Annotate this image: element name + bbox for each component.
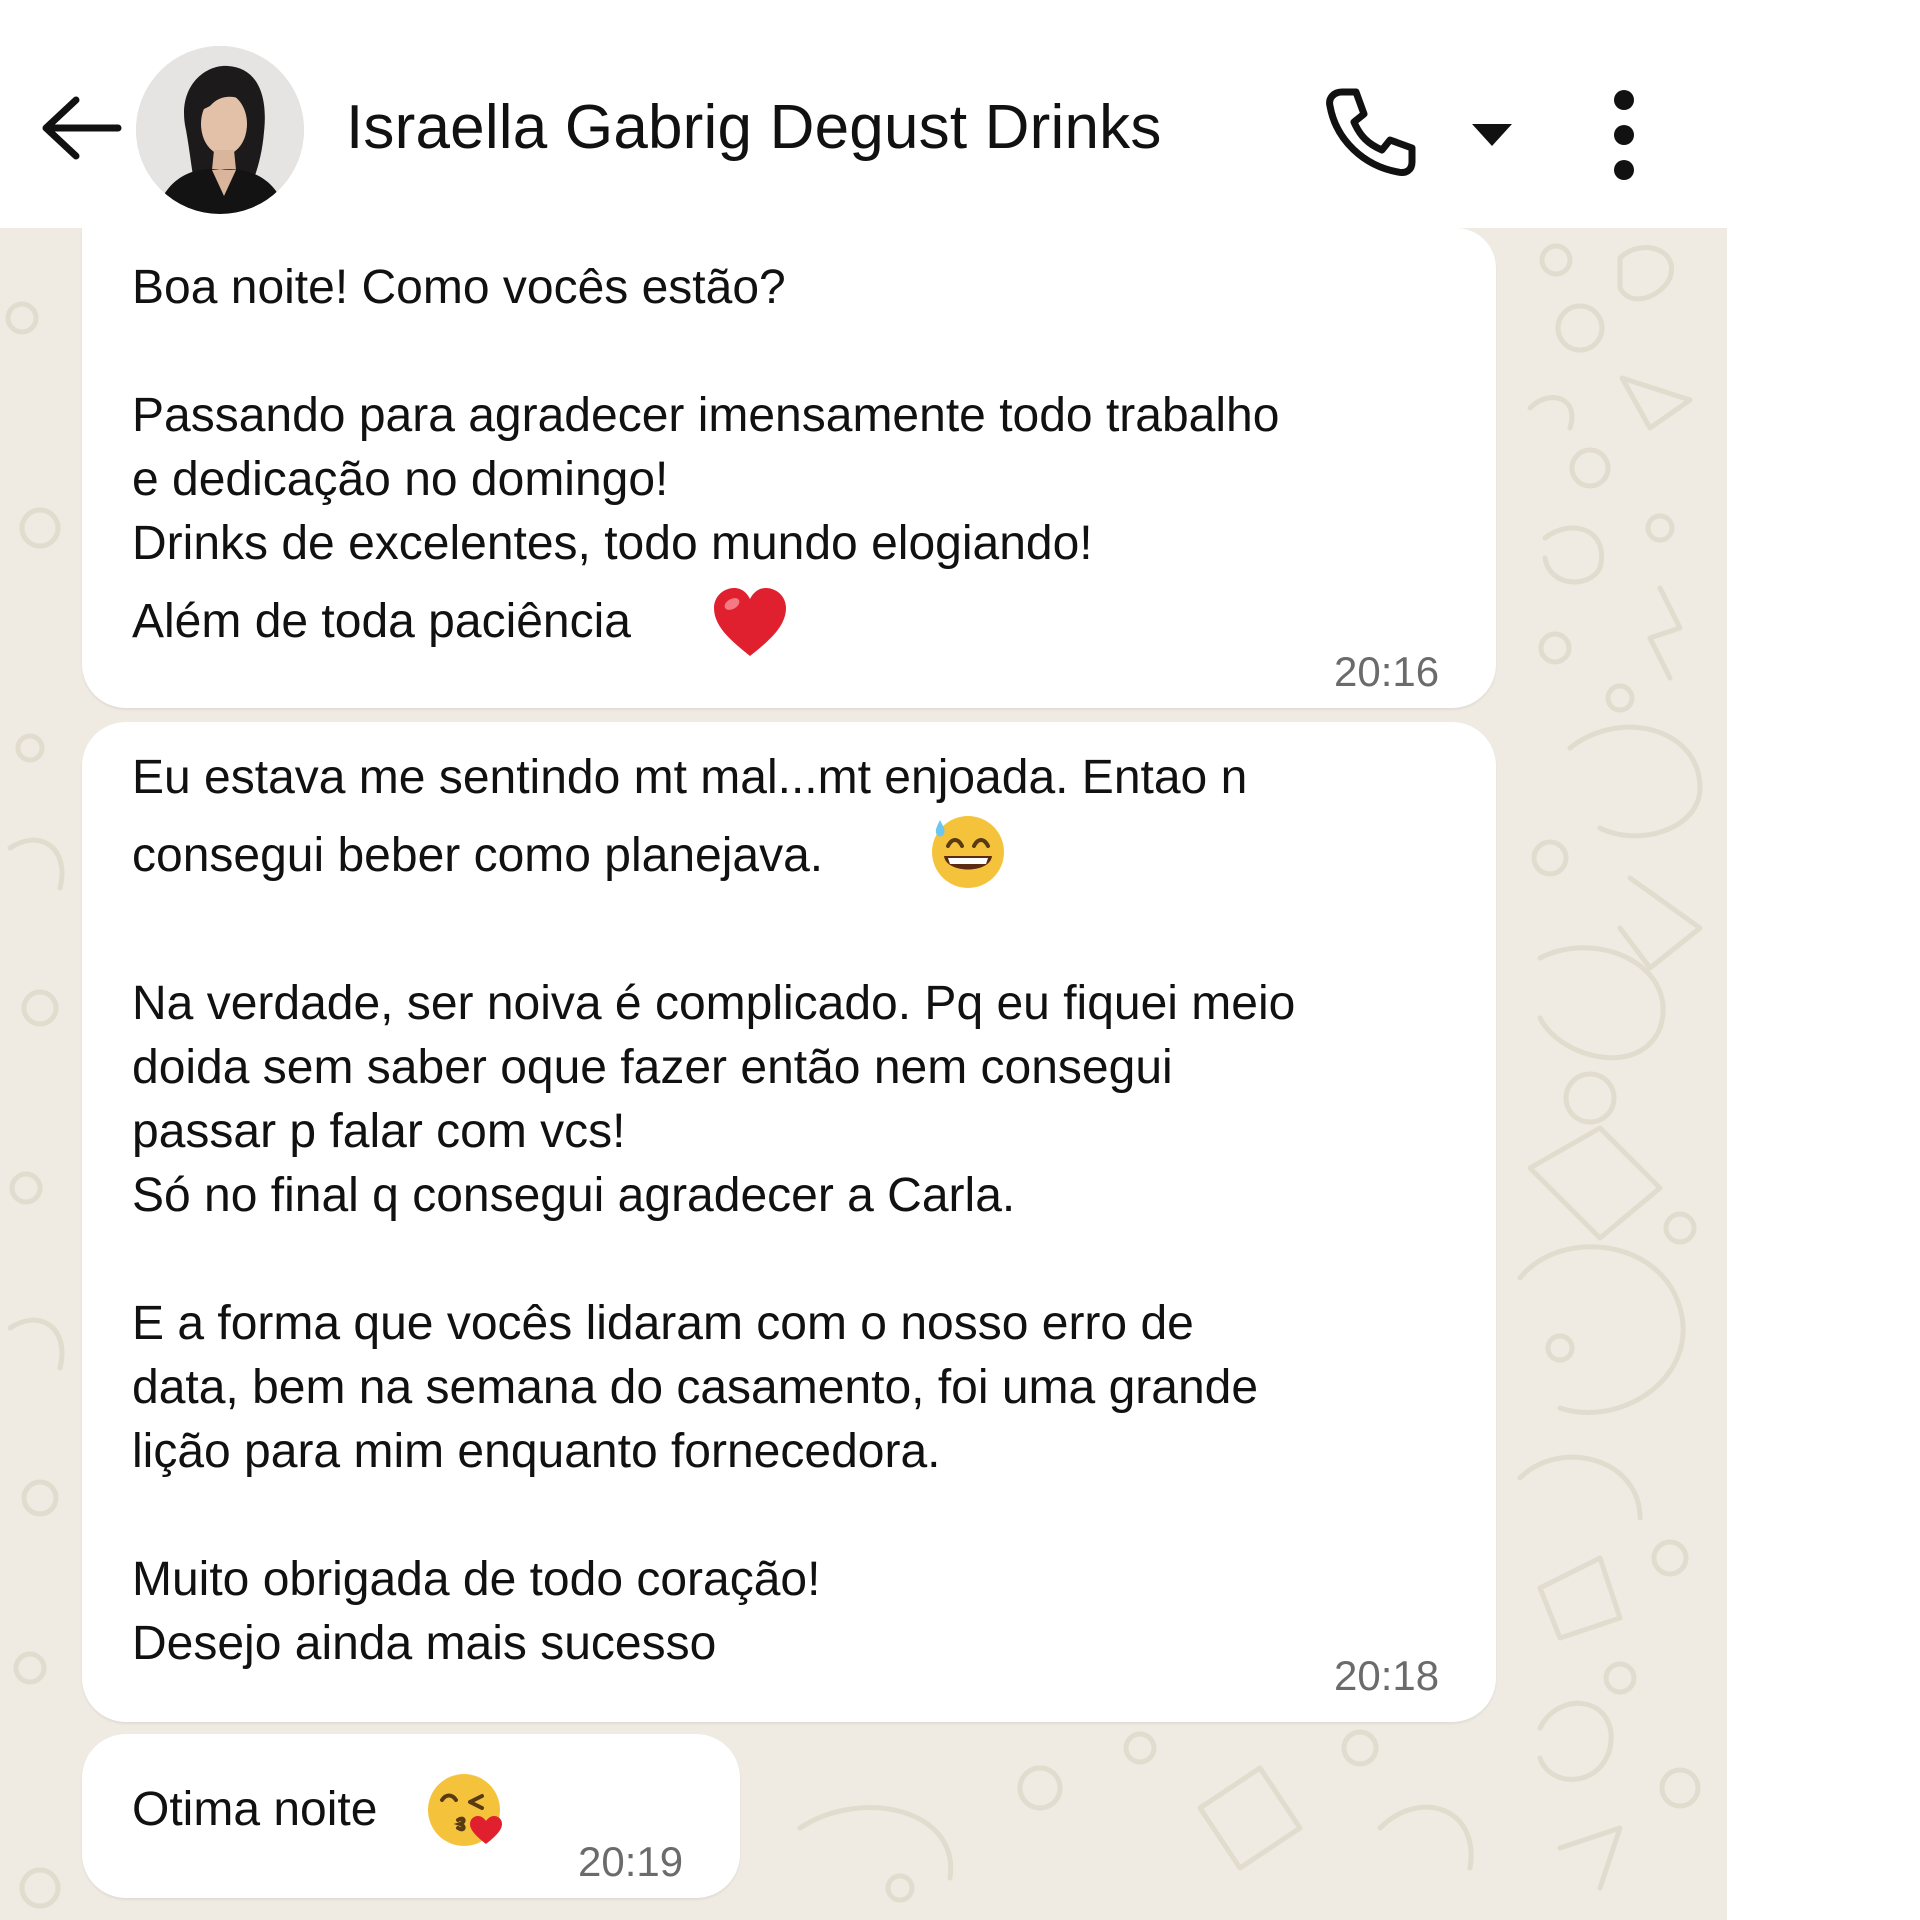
message-text-line: data, bem na semana do casamento, foi um…: [132, 1361, 1259, 1414]
message-timestamp: 20:18: [1334, 1652, 1440, 1699]
message-bubble[interactable]: Eu estava me sentindo mt mal...mt enjoad…: [82, 722, 1496, 1722]
message-text-line: lição para mim enquanto fornecedora.: [132, 1425, 941, 1478]
phone-icon: [1326, 88, 1416, 176]
message-text-line: Muito obrigada de todo coração!: [132, 1553, 821, 1606]
more-options-button[interactable]: [1594, 86, 1654, 184]
message-timestamp: 20:16: [1334, 648, 1440, 695]
message-text-line: doida sem saber oque fazer então nem con…: [132, 1041, 1173, 1094]
back-button[interactable]: [38, 92, 122, 164]
message-text-line: passar p falar com vcs!: [132, 1105, 626, 1158]
face-blowing-kiss-icon: [428, 1774, 502, 1846]
message-text-line: consegui beber como planejava.: [132, 829, 824, 882]
contact-name[interactable]: Israella Gabrig Degust Drinks: [346, 92, 1162, 163]
message-timestamp: 20:19: [578, 1838, 684, 1885]
grinning-sweat-face-icon: [932, 816, 1004, 888]
chat-messages-area[interactable]: Boa noite! Como vocês estão? Passando pa…: [0, 228, 1727, 1920]
chat-header: Israella Gabrig Degust Drinks: [0, 0, 1727, 228]
chat-screen: Israella Gabrig Degust Drinks Boa noite!…: [0, 0, 1727, 1920]
more-vert-icon: [1614, 90, 1634, 180]
message-text-line: Drinks de excelentes, todo mundo elogian…: [132, 517, 1093, 570]
message-text-line: Otima noite: [132, 1783, 378, 1836]
message-text-line: Eu estava me sentindo mt mal...mt enjoad…: [132, 751, 1248, 804]
message-bubble[interactable]: Otima noite 20:19: [82, 1734, 740, 1898]
caret-down-icon: [1472, 124, 1512, 146]
message-text-line: Boa noite! Como vocês estão?: [132, 261, 786, 314]
call-options-dropdown[interactable]: [1466, 114, 1518, 150]
voice-call-button[interactable]: [1322, 84, 1418, 180]
message-bubble[interactable]: Boa noite! Como vocês estão? Passando pa…: [82, 228, 1496, 708]
back-arrow-icon: [42, 96, 122, 160]
message-text-line: Na verdade, ser noiva é complicado. Pq e…: [132, 977, 1296, 1030]
message-text-line: Além de toda paciência: [132, 595, 631, 648]
message-text-line: E a forma que vocês lidaram com o nosso …: [132, 1297, 1194, 1350]
avatar[interactable]: [136, 46, 304, 214]
message-text-line: Só no final q consegui agradecer a Carla…: [132, 1169, 1016, 1222]
message-text-line: Desejo ainda mais sucesso: [132, 1617, 717, 1670]
message-text-line: Passando para agradecer imensamente todo…: [132, 389, 1280, 442]
avatar-photo: [136, 46, 304, 214]
message-text-line: e dedicação no domingo!: [132, 453, 669, 506]
red-heart-icon: [714, 588, 786, 656]
